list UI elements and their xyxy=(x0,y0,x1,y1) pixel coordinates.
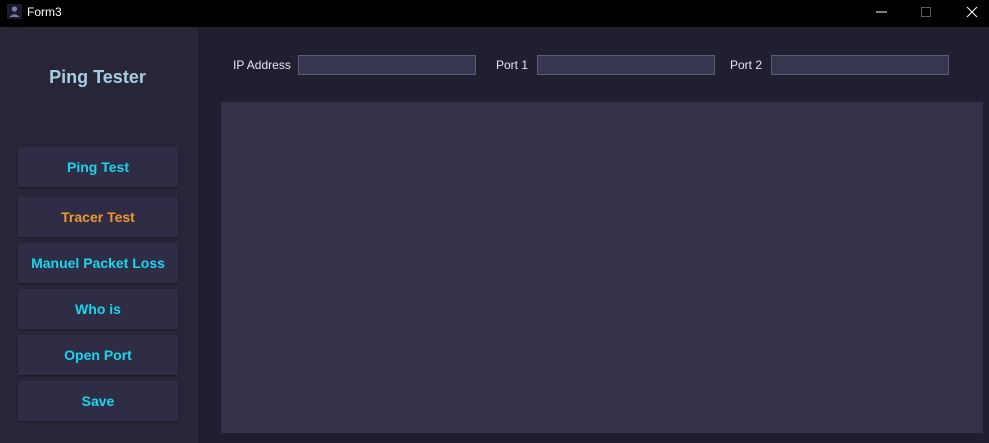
ip-address-label: IP Address xyxy=(233,58,291,72)
minimize-button[interactable] xyxy=(859,0,905,27)
app-icon xyxy=(7,4,22,19)
minimize-icon xyxy=(876,5,888,23)
port1-label: Port 1 xyxy=(496,58,529,72)
title-bar[interactable]: Form3 xyxy=(0,0,989,27)
open-port-button[interactable]: Open Port xyxy=(18,335,178,375)
tracer-test-button[interactable]: Tracer Test xyxy=(18,197,178,237)
close-icon xyxy=(966,5,978,23)
ip-address-input[interactable] xyxy=(298,55,476,75)
app-window: Form3 Ping Tester Ping Test Tracer Test … xyxy=(0,0,989,443)
ping-test-button[interactable]: Ping Test xyxy=(18,147,178,187)
save-button[interactable]: Save xyxy=(18,381,178,421)
window-title: Form3 xyxy=(27,5,62,19)
maximize-button[interactable] xyxy=(903,0,949,27)
maximize-icon xyxy=(920,5,932,23)
close-button[interactable] xyxy=(949,0,989,27)
manuel-packet-loss-button[interactable]: Manuel Packet Loss xyxy=(18,243,178,283)
app-title: Ping Tester xyxy=(49,67,146,87)
port1-input[interactable] xyxy=(537,55,715,75)
output-panel[interactable] xyxy=(221,102,983,433)
port2-input[interactable] xyxy=(771,55,949,75)
main-area: IP Address Port 1 Port 2 xyxy=(198,27,989,443)
sidebar: Ping Tester Ping Test Tracer Test Manuel… xyxy=(0,27,198,443)
who-is-button[interactable]: Who is xyxy=(18,289,178,329)
port2-label: Port 2 xyxy=(730,58,763,72)
